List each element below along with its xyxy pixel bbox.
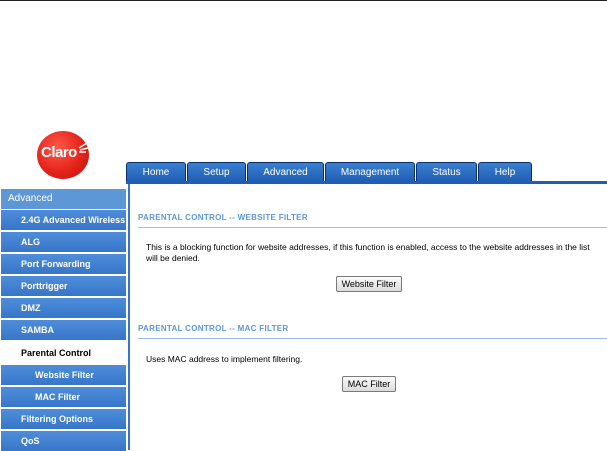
logo-text: Claro: [41, 144, 77, 161]
content-divider: [128, 184, 130, 450]
website-filter-section-rule: [138, 227, 607, 228]
tab-setup[interactable]: Setup: [187, 162, 246, 182]
website-filter-button[interactable]: Website Filter: [336, 276, 402, 292]
mac-filter-section-rule: [138, 338, 607, 339]
mac-filter-button[interactable]: MAC Filter: [342, 376, 396, 392]
website-filter-description: This is a blocking function for website …: [146, 242, 590, 263]
tab-management[interactable]: Management: [325, 162, 415, 182]
logo-rays-icon: [78, 142, 89, 153]
mac-filter-description: Uses MAC address to implement filtering.: [146, 354, 303, 364]
sidebar-item-advanced-wireless[interactable]: 2.4G Advanced Wireless: [1, 210, 126, 230]
sidebar-item-qos[interactable]: QoS: [1, 431, 126, 451]
sidebar-item-website-filter[interactable]: Website Filter: [1, 365, 126, 385]
tab-status[interactable]: Status: [416, 162, 477, 182]
sidebar-item-samba[interactable]: SAMBA: [1, 320, 126, 340]
tab-help[interactable]: Help: [478, 162, 532, 182]
sidebar-item-alg[interactable]: ALG: [1, 232, 126, 252]
top-border: [0, 0, 607, 1]
tab-home[interactable]: Home: [126, 162, 186, 182]
sidebar-item-porttrigger[interactable]: Porttrigger: [1, 276, 126, 296]
sidebar-item-port-forwarding[interactable]: Port Forwarding: [1, 254, 126, 274]
website-filter-section-title: PARENTAL CONTROL -- WEBSITE FILTER: [138, 213, 308, 222]
claro-logo: Claro: [37, 131, 93, 179]
tab-bar-underline: [126, 181, 607, 184]
sidebar-item-dmz[interactable]: DMZ: [1, 298, 126, 318]
sidebar-item-filtering-options[interactable]: Filtering Options: [1, 409, 126, 429]
tab-advanced[interactable]: Advanced: [247, 162, 324, 182]
sidebar-item-parental-control[interactable]: Parental Control: [1, 343, 126, 363]
sidebar: Advanced 2.4G Advanced Wireless ALG Port…: [0, 189, 126, 451]
mac-filter-section-title: PARENTAL CONTROL -- MAC FILTER: [138, 324, 289, 333]
sidebar-item-mac-filter[interactable]: MAC Filter: [1, 387, 126, 407]
sidebar-header: Advanced: [1, 189, 126, 209]
